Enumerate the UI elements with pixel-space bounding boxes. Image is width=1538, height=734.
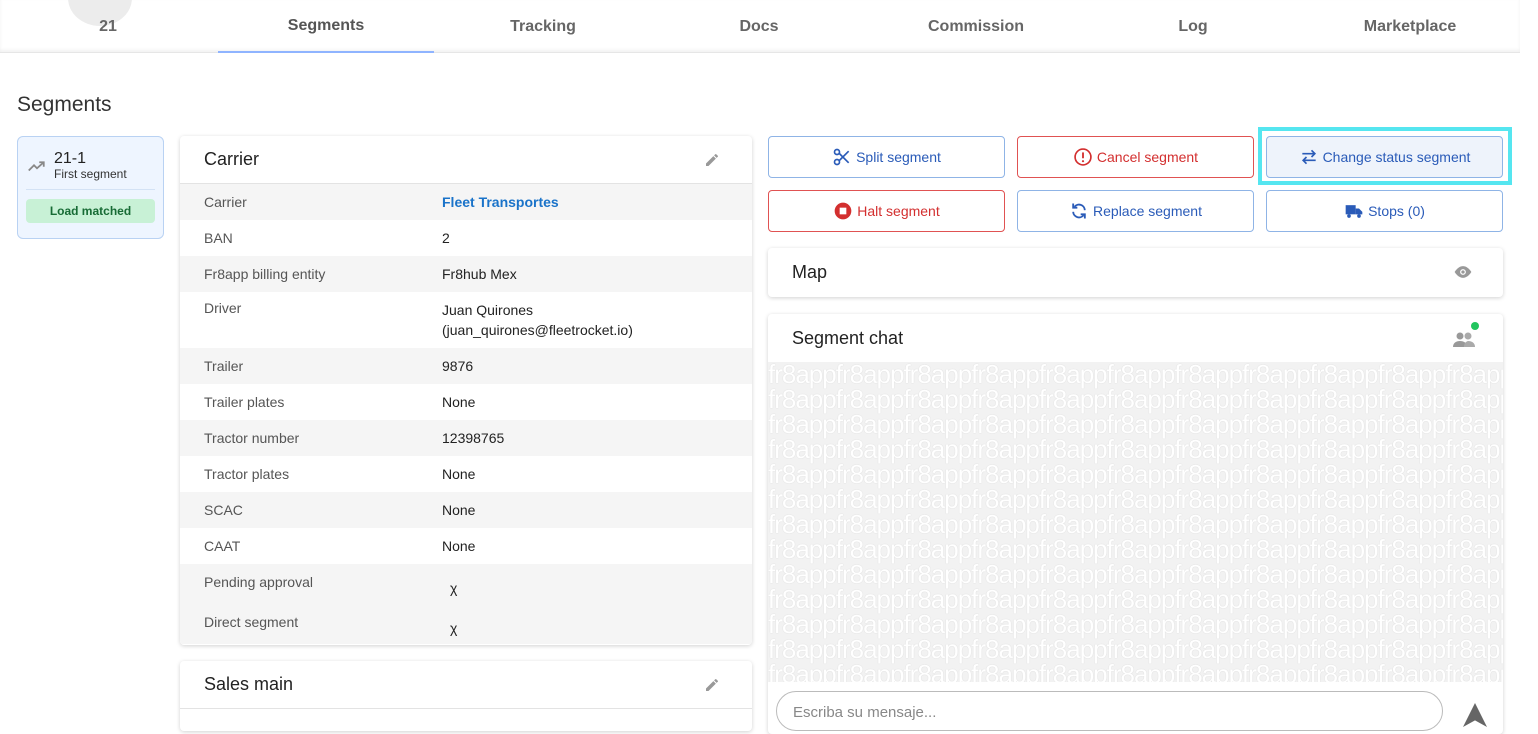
tab-docs[interactable]: Docs: [651, 0, 867, 53]
table-row: Driver Juan Quirones (juan_quirones@flee…: [180, 292, 752, 348]
driver-name: Juan Quirones: [442, 302, 534, 318]
row-value: Juan Quirones (juan_quirones@fleetrocket…: [442, 300, 752, 348]
divider: [26, 189, 155, 190]
row-label: Direct segment: [204, 614, 299, 630]
tab-commission[interactable]: Commission: [868, 0, 1084, 53]
carrier-rows: Carrier Fleet Transportes BAN 2 Fr8app b…: [180, 184, 752, 644]
stops-label: Stops (0): [1368, 203, 1425, 219]
row-value: None: [442, 502, 476, 518]
row-label: Fr8app billing entity: [204, 266, 326, 282]
row-value: 2: [442, 230, 450, 246]
focus-highlight: [1258, 127, 1512, 185]
page-title: Segments: [17, 93, 112, 116]
tab-load-id[interactable]: 21: [0, 0, 216, 53]
tab-tracking[interactable]: Tracking: [435, 0, 651, 53]
table-row: Pending approval χ: [180, 564, 752, 604]
carrier-name-link[interactable]: Fleet Transportes: [442, 192, 752, 212]
table-row: Fr8app billing entity Fr8hub Mex: [180, 256, 752, 292]
row-label: Driver: [204, 300, 242, 316]
table-row: Direct segment χ: [180, 604, 752, 644]
stop-circle-icon: [834, 202, 852, 220]
table-row: Tractor number 12398765: [180, 420, 752, 456]
scissors-icon: [833, 148, 850, 166]
replace-segment-label: Replace segment: [1093, 203, 1202, 219]
refresh-icon: [1072, 203, 1086, 219]
halt-segment-label: Halt segment: [857, 203, 940, 219]
row-value: Fr8hub Mex: [442, 266, 517, 282]
row-label: Trailer plates: [204, 394, 285, 410]
row-value: None: [442, 538, 476, 554]
send-icon[interactable]: [1459, 699, 1491, 731]
table-row: Trailer plates None: [180, 384, 752, 420]
row-label: Trailer: [204, 358, 244, 374]
row-label: SCAC: [204, 502, 243, 518]
top-tab-bar: 21 Segments Tracking Docs Commission Log…: [0, 0, 1520, 53]
edit-icon[interactable]: [704, 152, 720, 168]
pending-approval-cross-icon: χ: [450, 580, 458, 596]
segment-id: 21-1: [54, 150, 87, 167]
row-label: BAN: [204, 230, 233, 246]
participants-icon[interactable]: [1452, 328, 1476, 350]
replace-segment-button[interactable]: Replace segment: [1017, 190, 1254, 232]
segment-chat-card: Segment chat fr8appfr8appfr8appfr8appfr8…: [768, 314, 1503, 734]
row-label: Tractor number: [204, 430, 300, 446]
table-row: Carrier Fleet Transportes: [180, 184, 752, 220]
table-row: Tractor plates None: [180, 456, 752, 492]
stops-button[interactable]: Stops (0): [1266, 190, 1503, 232]
segment-card[interactable]: 21-1 First segment Load matched: [17, 136, 164, 239]
row-value: None: [442, 394, 476, 410]
row-label: CAAT: [204, 538, 241, 554]
cancel-segment-button[interactable]: Cancel segment: [1017, 136, 1254, 178]
tab-segments[interactable]: Segments: [218, 0, 434, 53]
driver-email: (juan_quirones@fleetrocket.io): [442, 322, 633, 338]
row-label: Carrier: [204, 194, 247, 210]
trending-up-icon: [28, 161, 45, 172]
status-badge: Load matched: [26, 199, 155, 223]
edit-icon[interactable]: [704, 677, 720, 693]
sales-main-title: Sales main: [204, 674, 294, 694]
halt-segment-button[interactable]: Halt segment: [768, 190, 1005, 232]
eye-icon[interactable]: [1452, 262, 1474, 282]
split-segment-button[interactable]: Split segment: [768, 136, 1005, 178]
table-row: BAN 2: [180, 220, 752, 256]
chat-messages-area: fr8appfr8appfr8appfr8appfr8appfr8appfr8a…: [768, 362, 1503, 682]
carrier-panel-title: Carrier: [204, 149, 260, 169]
row-label: Tractor plates: [204, 466, 290, 482]
message-input[interactable]: Escriba su mensaje...: [776, 691, 1443, 731]
segment-chat-title: Segment chat: [792, 328, 904, 348]
carrier-panel: Carrier Carrier Fleet Transportes BAN 2 …: [180, 136, 752, 645]
row-label: Pending approval: [204, 574, 313, 590]
segment-name: First segment: [54, 167, 127, 181]
map-card[interactable]: Map: [768, 248, 1503, 297]
split-segment-label: Split segment: [856, 149, 941, 165]
alert-circle-icon: [1074, 148, 1092, 166]
direct-segment-cross-icon: χ: [450, 620, 458, 636]
watermark-pattern: fr8appfr8appfr8appfr8appfr8appfr8appfr8a…: [768, 362, 1503, 682]
sales-main-panel: Sales main: [180, 661, 752, 731]
table-row: CAAT None: [180, 528, 752, 564]
tab-marketplace[interactable]: Marketplace: [1302, 0, 1518, 53]
truck-icon: [1345, 205, 1363, 218]
cancel-segment-label: Cancel segment: [1096, 149, 1199, 165]
row-value: 9876: [442, 358, 474, 374]
row-value: 12398765: [442, 430, 505, 446]
row-value: None: [442, 466, 476, 482]
table-row: Trailer 9876: [180, 348, 752, 384]
table-row: SCAC None: [180, 492, 752, 528]
online-indicator: [1471, 322, 1479, 330]
map-title: Map: [792, 262, 828, 282]
tab-log[interactable]: Log: [1085, 0, 1301, 53]
